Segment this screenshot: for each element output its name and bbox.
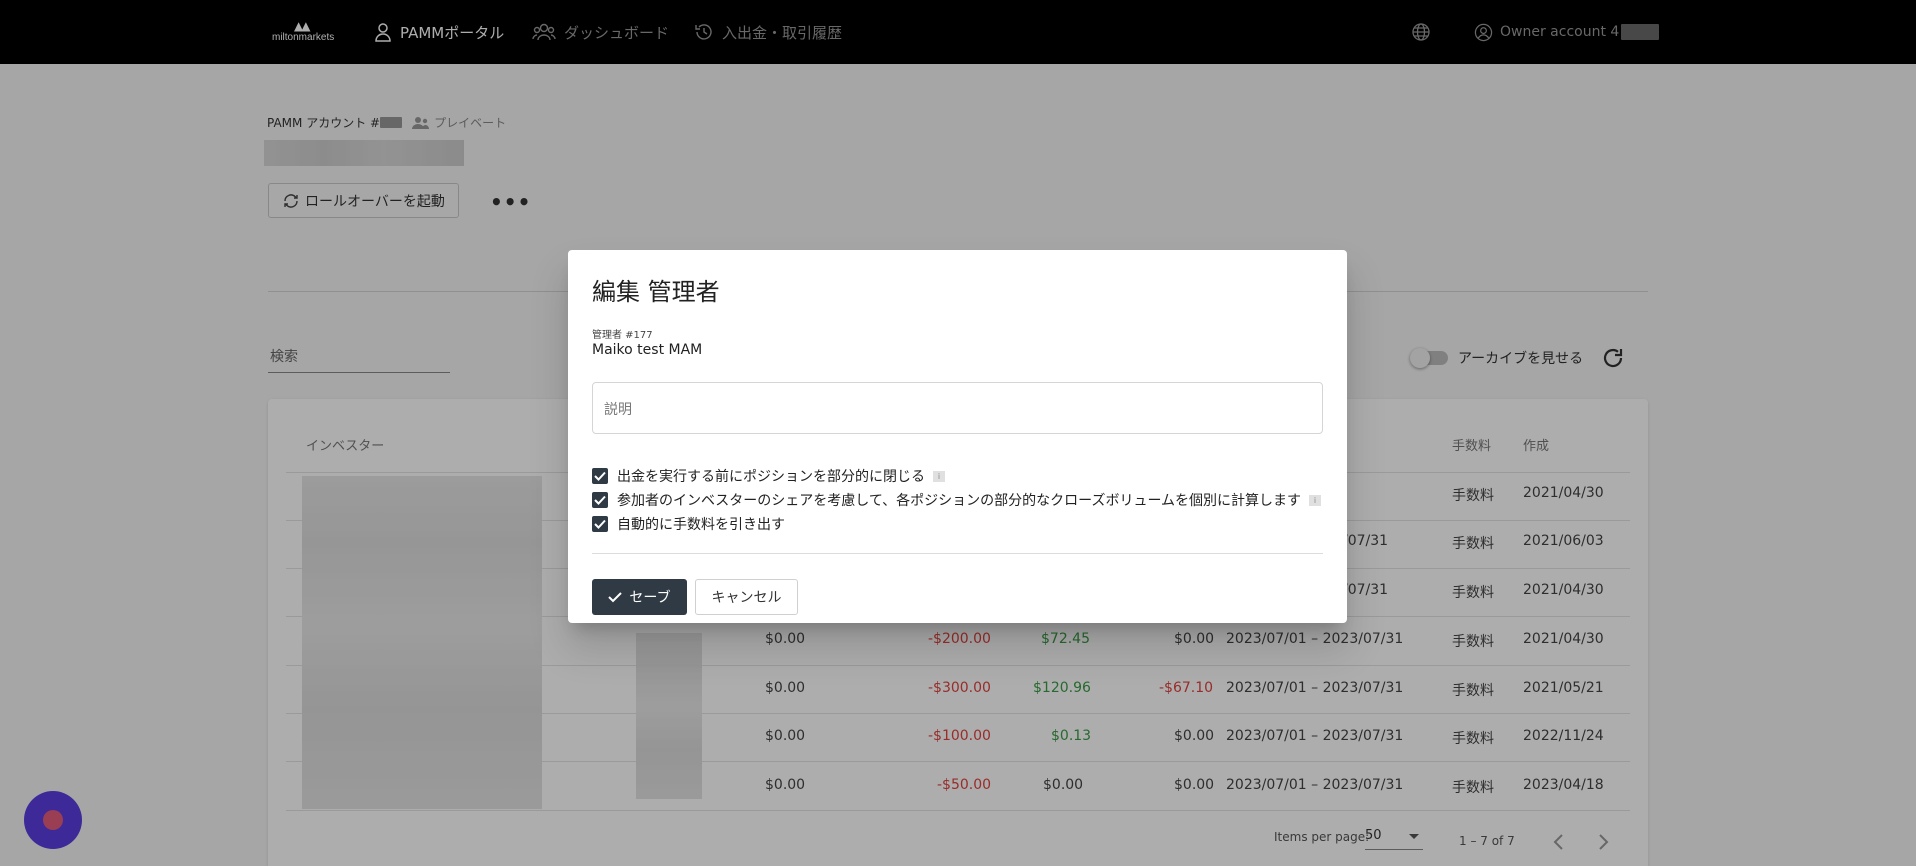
cancel-button[interactable]: キャンセル	[695, 579, 798, 615]
save-label: セーブ	[629, 590, 671, 606]
info-icon[interactable]: i	[933, 470, 945, 482]
description-input[interactable]: 説明	[592, 382, 1323, 434]
option-auto-fee[interactable]: 自動的に手数料を引き出す	[592, 514, 785, 534]
option-individual-volume[interactable]: 参加者のインベスターのシェアを考慮して、各ポジションの部分的なクローズボリューム…	[592, 490, 1322, 510]
check-icon	[594, 495, 606, 505]
description-placeholder: 説明	[604, 402, 632, 418]
info-icon[interactable]: i	[1309, 494, 1322, 506]
auto-fee-label: 自動的に手数料を引き出す	[617, 517, 785, 533]
individual-volume-label: 参加者のインベスターのシェアを考慮して、各ポジションの部分的なクローズボリューム…	[617, 493, 1302, 509]
check-icon	[594, 471, 606, 481]
option-partial-close[interactable]: 出金を実行する前にポジションを部分的に閉じる i	[592, 466, 945, 486]
edit-manager-dialog: 編集 管理者 管理者 #177 Maiko test MAM 説明 出金を実行す…	[568, 250, 1347, 623]
partial-close-checkbox[interactable]	[592, 468, 608, 484]
individual-volume-checkbox[interactable]	[592, 492, 608, 508]
partial-close-label: 出金を実行する前にポジションを部分的に閉じる	[617, 469, 925, 485]
manager-id-label: 管理者 #177	[592, 330, 653, 341]
auto-fee-checkbox[interactable]	[592, 516, 608, 532]
cancel-label: キャンセル	[711, 590, 782, 606]
check-icon	[594, 519, 606, 529]
manager-name: Maiko test MAM	[592, 342, 703, 358]
save-button[interactable]: セーブ	[592, 579, 687, 615]
dialog-divider	[592, 553, 1323, 554]
check-icon	[608, 592, 623, 603]
dialog-title: 編集 管理者	[592, 278, 720, 306]
